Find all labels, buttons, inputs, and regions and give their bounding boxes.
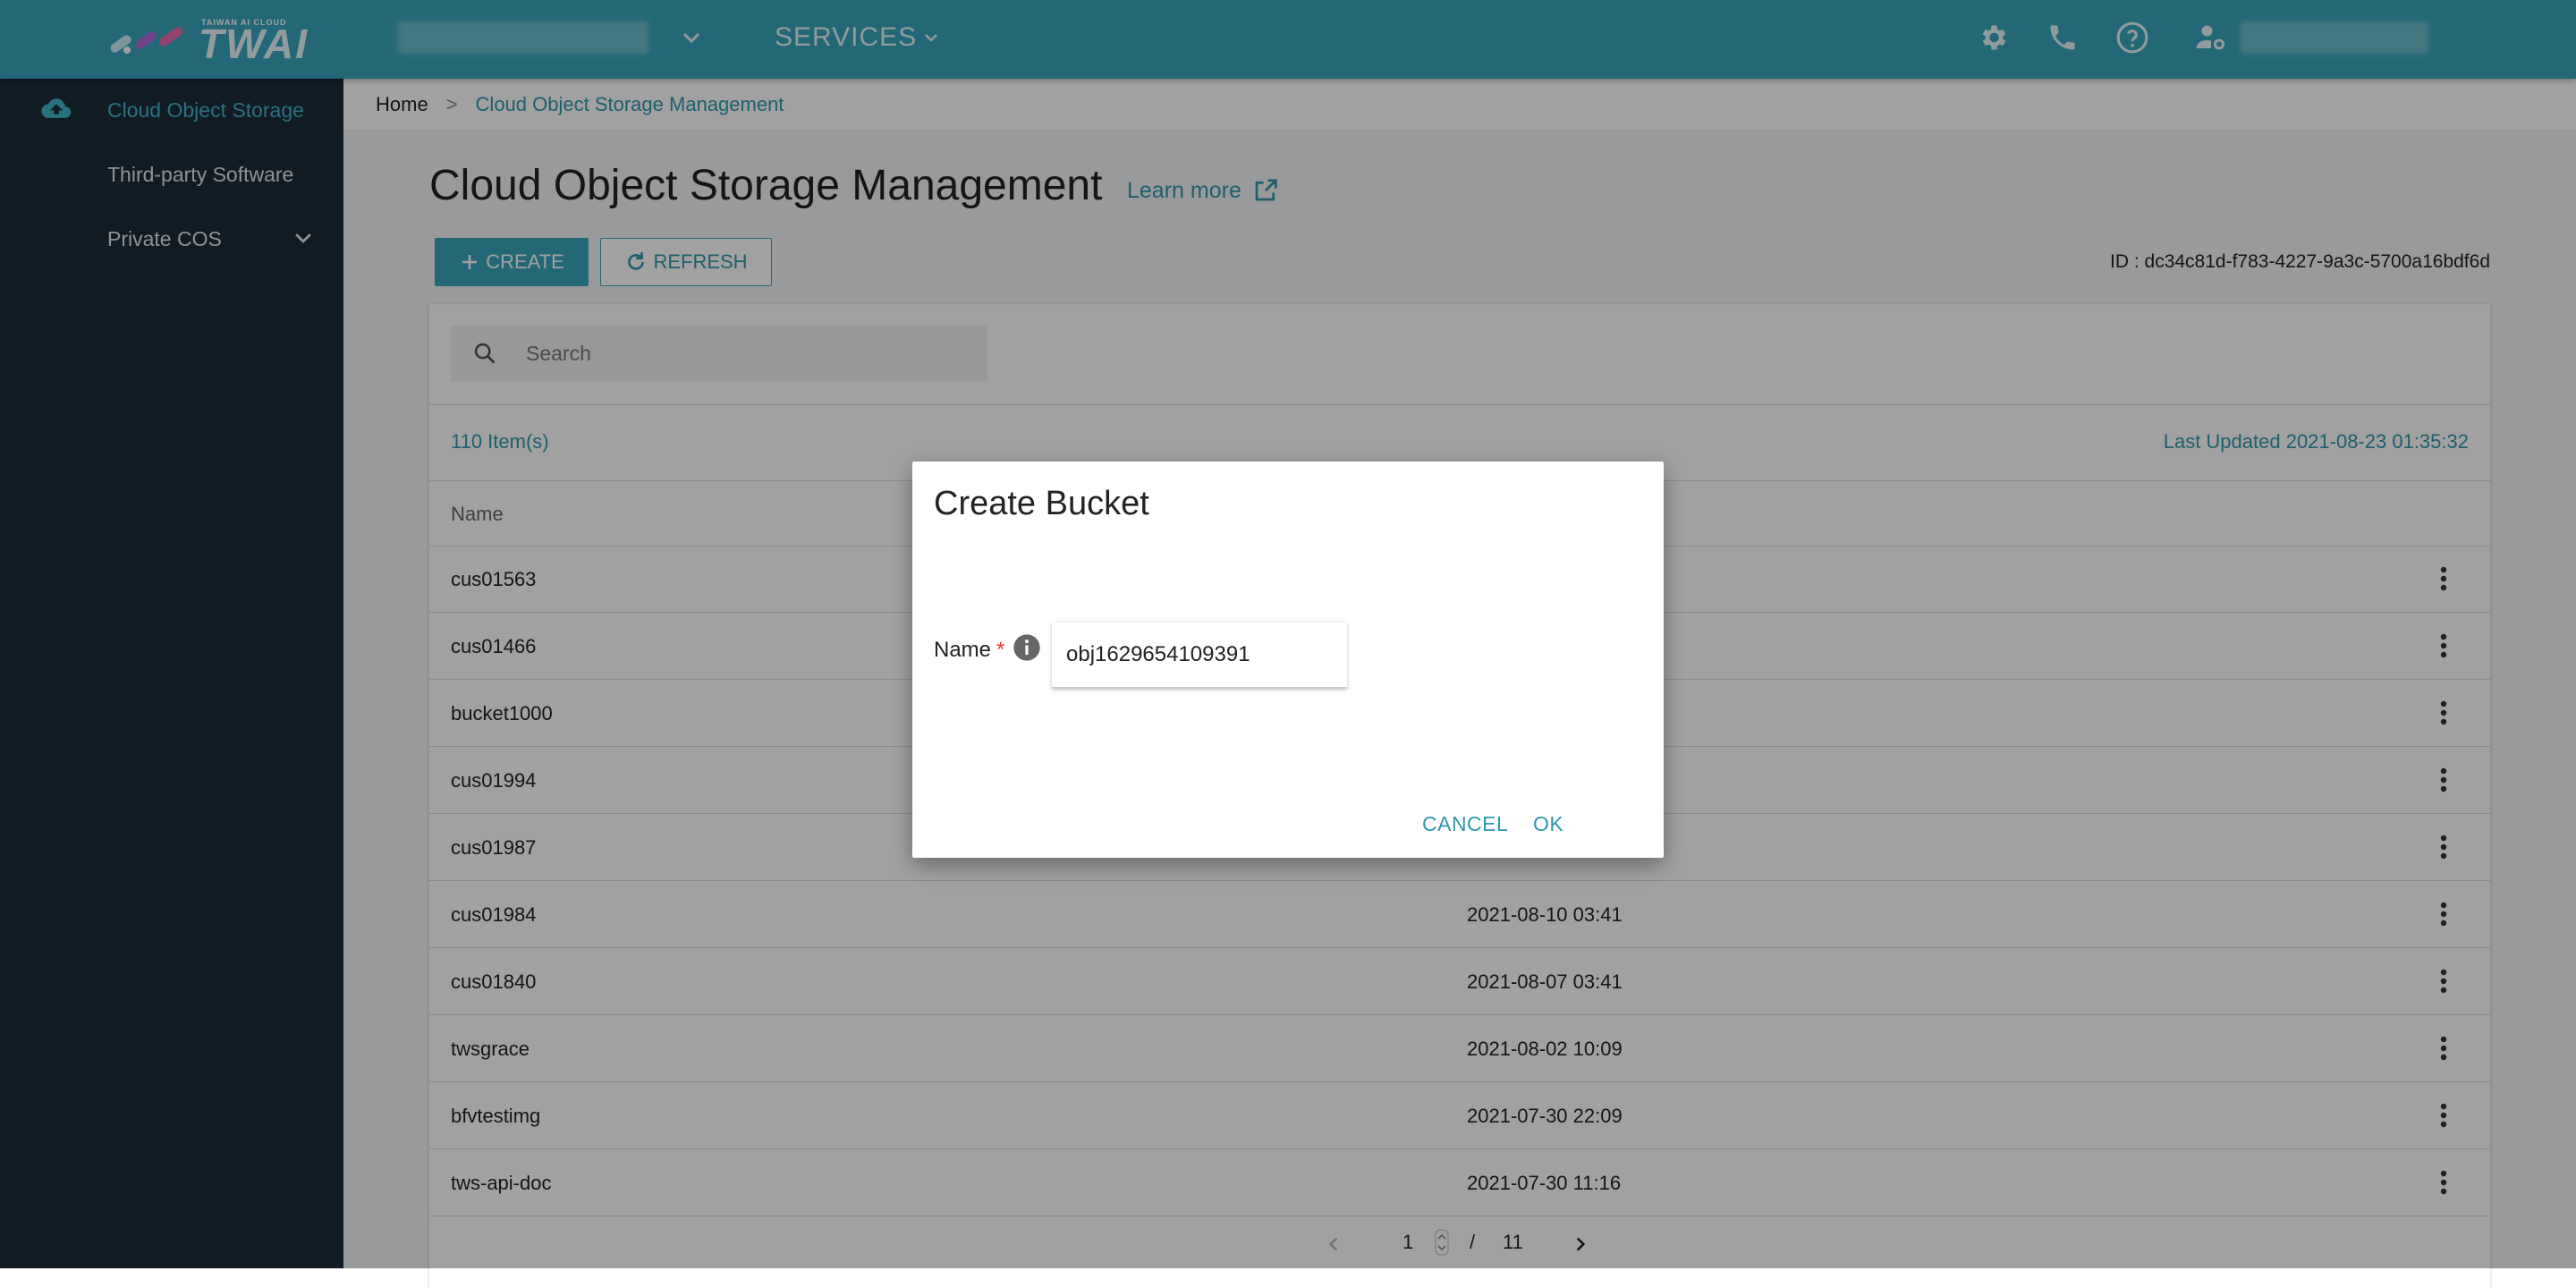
name-field-label: Name *: [934, 638, 1004, 663]
cancel-button[interactable]: CANCEL: [1422, 812, 1508, 836]
info-icon[interactable]: [1013, 633, 1041, 662]
dialog-title: Create Bucket: [934, 485, 1149, 522]
bucket-name-input[interactable]: [1052, 623, 1347, 689]
required-mark: *: [996, 638, 1005, 662]
name-label-text: Name: [934, 638, 992, 662]
create-bucket-dialog: Create Bucket Name* CANCEL OK: [912, 462, 1664, 858]
ok-button[interactable]: OK: [1533, 812, 1563, 836]
